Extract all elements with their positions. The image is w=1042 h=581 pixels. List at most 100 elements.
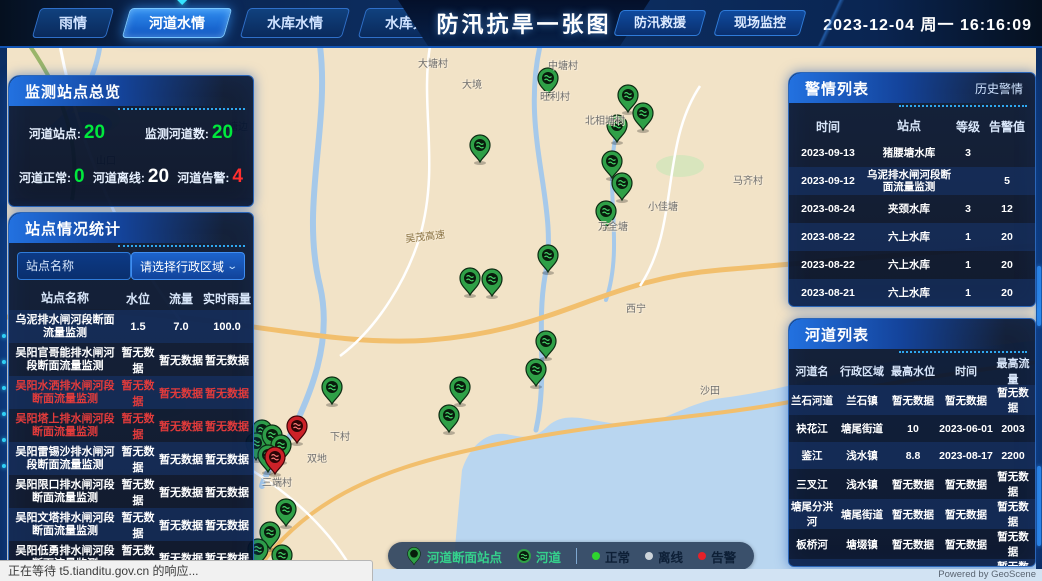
header-button-1[interactable]: 防汛救援 — [613, 10, 706, 36]
river-region: 塘缀镇 — [835, 567, 889, 568]
alarm-value: 5 — [985, 175, 1029, 187]
history-alarms-link[interactable]: 历史警情 — [975, 80, 1023, 97]
panel-header: 监测站点总览 — [9, 76, 253, 106]
region-select-value: 请选择行政区域 — [140, 258, 224, 275]
river-max-level: 暂无数据 — [889, 393, 937, 408]
page-title: 防汛抗旱一张图 — [436, 7, 611, 39]
river-time: 暂无数据 — [937, 507, 995, 522]
river-station-marker-icon[interactable] — [633, 103, 653, 133]
alarm-row[interactable]: 2023-08-22六上水库120 — [789, 223, 1035, 251]
station-flow: 7.0 — [159, 321, 203, 333]
river-station-marker-icon[interactable] — [276, 499, 296, 529]
river-row[interactable]: 塘尾分洪河塘尾街道暂无数据暂无数据暂无数据 — [789, 499, 1035, 529]
station-row[interactable]: 吴阳雷锡沙排水闸河段断面流量监测暂无数据暂无数据暂无数据 — [9, 442, 253, 475]
map-place-label: 万全塘 — [598, 218, 628, 233]
title-band: 防汛抗旱一张图 — [398, 0, 650, 46]
river-name: 鉴江 — [789, 448, 835, 463]
tab-1[interactable]: 雨情 — [32, 8, 115, 38]
station-row[interactable]: 吴阳文塔排水闸河段断面流量监测暂无数据暂无数据暂无数据 — [9, 508, 253, 541]
panel-river-list: 河道列表 河道名 行政区域 最高水位 时间 最高流量 兰石河道兰石镇暂无数据暂无… — [788, 318, 1036, 567]
station-row[interactable]: 吴阳水洒排水闸河段断面流量监测暂无数据暂无数据暂无数据 — [9, 376, 253, 409]
alarm-row[interactable]: 2023-08-21六上水库120 — [789, 279, 1035, 307]
alarm-time: 2023-09-12 — [789, 175, 867, 187]
station-rain: 暂无数据 — [203, 484, 251, 500]
tab-label: 雨情 — [59, 9, 87, 37]
river-station-marker-icon[interactable] — [439, 405, 459, 435]
panel-header: 警情列表 历史警情 — [789, 73, 1035, 103]
alarm-row[interactable]: 2023-09-13猪腰塘水库3 — [789, 139, 1035, 167]
station-flow: 暂无数据 — [159, 484, 203, 500]
station-row[interactable]: 吴阳官哥能排水闸河段断面流量监测暂无数据暂无数据暂无数据 — [9, 343, 253, 376]
river-station-marker-icon[interactable] — [612, 173, 632, 203]
river-max-flow: 暂无数据 — [995, 385, 1031, 415]
station-name: 吴阳文塔排水闸河段断面流量监测 — [9, 512, 117, 538]
edge-dot — [2, 360, 6, 364]
tab-label: 水库水情 — [267, 9, 323, 37]
status-dot-icon — [592, 552, 600, 560]
legend-item-1: 河道断面站点 — [406, 546, 502, 566]
station-name-input[interactable] — [17, 252, 131, 280]
map-place-label: 西宁 — [626, 300, 646, 315]
station-water-level: 1.5 — [117, 321, 159, 333]
river-station-marker-icon[interactable] — [482, 269, 502, 299]
river-row[interactable]: 板桥河塘㙍镇暂无数据暂无数据暂无数据 — [789, 529, 1035, 559]
map-attribution: Powered by GeoScene — [938, 569, 1036, 580]
map-place-label: 沙田 — [700, 382, 720, 397]
tab-3[interactable]: 水库水情 — [240, 8, 351, 38]
region-select-dropdown[interactable]: 请选择行政区域 ⌄ — [131, 252, 245, 280]
topbar-right-group: 防汛救援现场监控 2023-12-04 周一 16:16:09 — [617, 0, 1032, 46]
river-station-marker-icon[interactable] — [538, 245, 558, 275]
scrollbar-thumb[interactable] — [1037, 466, 1041, 546]
alarm-level: 3 — [951, 147, 985, 159]
alarm-site: 猪腰塘水库 — [867, 147, 951, 159]
stat-item: 监测河道数:20 — [145, 122, 233, 144]
edge-dot — [2, 386, 6, 390]
station-name: 吴阳水洒排水闸河段断面流量监测 — [9, 380, 117, 406]
river-station-marker-icon[interactable] — [460, 268, 480, 298]
station-row[interactable]: 吴阳限口排水闸河段断面流量监测暂无数据暂无数据暂无数据 — [9, 475, 253, 508]
alarm-row[interactable]: 2023-08-22六上水库120 — [789, 251, 1035, 279]
river-row[interactable]: 三叉江浅水镇暂无数据暂无数据暂无数据 — [789, 469, 1035, 499]
river-row[interactable]: 兰石河道兰石镇暂无数据暂无数据暂无数据 — [789, 385, 1035, 415]
alarm-row[interactable]: 2023-08-24夹颈水库312 — [789, 195, 1035, 223]
river-max-flow: 暂无数据 — [995, 529, 1031, 559]
station-row[interactable]: 乌泥排水闸河段断面流量监测1.57.0100.0 — [9, 310, 253, 343]
alarm-site: 乌泥排水闸河段断面流量监测 — [867, 169, 951, 193]
river-station-marker-icon[interactable] — [322, 377, 342, 407]
river-station-marker-icon[interactable] — [470, 135, 490, 165]
alarm-value: 20 — [985, 231, 1029, 243]
alarm-row[interactable]: 2023-09-12乌泥排水闸河段断面流量监测 5 — [789, 167, 1035, 195]
station-name: 吴阳塔上排水闸河段断面流量监测 — [9, 413, 117, 439]
map-place-label: 北相塘村 — [585, 112, 625, 127]
river-circle-icon — [517, 549, 531, 563]
river-row[interactable]: 塘缀河塘缀镇暂无数据暂无数据暂无数据 — [789, 559, 1035, 567]
alarm-time: 2023-08-24 — [789, 203, 867, 215]
panel-header: 站点情况统计 — [9, 213, 253, 243]
river-station-marker-icon[interactable] — [536, 331, 556, 361]
legend-label: 河道 — [536, 547, 561, 566]
stat-label: 河道正常: — [19, 171, 71, 185]
scrollbar-thumb[interactable] — [1037, 266, 1041, 326]
stat-value: 20 — [148, 166, 169, 187]
stat-item: 河道正常:0 — [19, 166, 85, 188]
station-rain: 暂无数据 — [203, 451, 251, 467]
river-station-marker-icon[interactable] — [450, 377, 470, 407]
stat-item: 河道离线:20 — [93, 166, 169, 188]
river-max-flow: 2200 — [995, 450, 1031, 462]
station-water-level: 暂无数据 — [117, 443, 159, 475]
stat-label: 河道告警: — [177, 171, 229, 185]
col-water-level: 水位 — [117, 290, 159, 307]
header-button-2[interactable]: 现场监控 — [713, 10, 806, 36]
chevron-down-icon: ⌄ — [226, 261, 238, 272]
stats-row-2: 河道正常:0河道离线:20河道告警:4 — [9, 166, 253, 188]
station-water-level: 暂无数据 — [117, 344, 159, 376]
col-rain: 实时雨量 — [203, 290, 251, 307]
tab-2[interactable]: 河道水情 — [122, 8, 233, 38]
station-row[interactable]: 吴阳塔上排水闸河段断面流量监测暂无数据暂无数据暂无数据 — [9, 409, 253, 442]
map-place-label: 下村 — [330, 428, 350, 443]
river-row[interactable]: 袂花江塘尾街道102023-06-012003 — [789, 415, 1035, 442]
col-river-name: 河道名 — [789, 363, 835, 379]
alarm-site: 六上水库 — [867, 259, 951, 271]
alarm-value: 20 — [985, 287, 1029, 299]
river-row[interactable]: 鉴江浅水镇8.82023-08-172200 — [789, 442, 1035, 469]
